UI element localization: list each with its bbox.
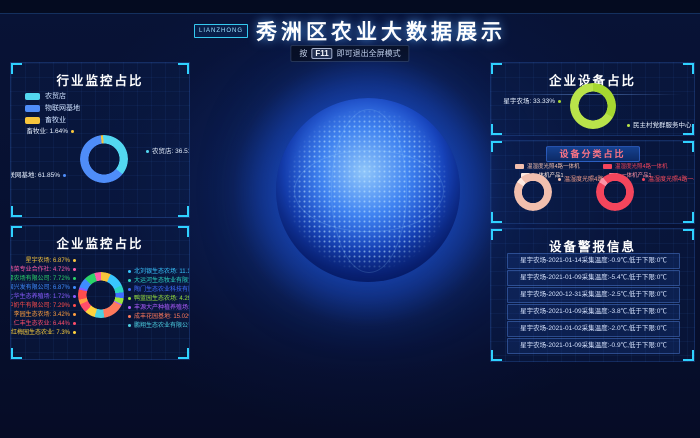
dashboard-root: LIANZHONG 秀洲区农业大数据展示 按 F11 即可退出全屏模式 行业监控… <box>0 0 700 438</box>
slice-label-text: 民主村党群服务中心 <box>633 122 692 129</box>
slice-label-dot <box>128 315 131 318</box>
legend-swatch <box>515 164 524 169</box>
slice-label-dot <box>558 100 561 103</box>
panel-industry-title: 行业监控占比 <box>11 63 189 89</box>
header: LIANZHONG 秀洲区农业大数据展示 <box>0 16 700 46</box>
panel-alarms-title: 设备警报信息 <box>491 229 694 255</box>
hint-prefix: 按 <box>299 48 307 59</box>
slice-label: 仁丰生态农业: 6.44% <box>14 318 79 327</box>
alarm-row: 星宇农场-2021-01-09采集温度:-0.9℃,低于下限:0℃ <box>507 338 680 354</box>
legend-swatch <box>25 117 40 124</box>
legend-item[interactable]: 农贸店 <box>25 90 80 102</box>
slice-label: 秀洲蔬菜专业合作社: 4.72% <box>10 264 79 273</box>
slice-label: 陶门生态农业科技有限公 <box>125 284 190 293</box>
legend-swatch <box>25 93 40 100</box>
legend-label: 物联网基地 <box>45 103 80 113</box>
slice-label: 家缘农场有限公司: 7.72% <box>10 273 79 282</box>
slice-label-dot <box>63 174 66 177</box>
slice-label: 物联网基地: 61.85% <box>10 169 69 179</box>
slice-label-dot <box>73 277 76 280</box>
slice-label: 民主村党群服务中心 <box>624 119 692 129</box>
enterprise-donut-chart[interactable] <box>78 272 124 318</box>
industry-legend: 农贸店 物联网基地 畜牧业 <box>25 90 80 126</box>
slice-label: 农贸店: 36.51% <box>143 145 190 155</box>
slice-label: 星宇农场: 33.33% <box>503 95 564 105</box>
brand-logo: LIANZHONG <box>194 24 248 38</box>
slice-label-dot <box>627 124 630 127</box>
slice-label-dot <box>73 313 76 316</box>
slice-label-dot <box>73 331 76 334</box>
slice-label-dot <box>128 324 131 327</box>
slice-label-text: 物联网基地: 61.85% <box>10 172 60 179</box>
globe-visualization[interactable] <box>276 98 460 282</box>
slice-label: 鹏翔生态农业有限公司: 6.87% <box>125 320 190 329</box>
alarm-row: 星宇农场-2021-01-09采集温度:-3.8℃,低于下限:0℃ <box>507 304 680 320</box>
slice-label: 七华生态养殖场: 1.72% <box>10 291 79 300</box>
slice-label-dot <box>128 270 131 273</box>
panel-enterprise-monitor: 企业监控占比 星宇农场: 6.87% 秀洲蔬菜专业合作社: 4.72% 家缘农场… <box>10 225 190 360</box>
legend-item[interactable]: 温湿度光照4路一体机 <box>515 162 580 170</box>
slice-label-dot <box>128 297 131 300</box>
slice-label-text: 星宇农场: 33.33% <box>503 98 555 105</box>
legend-swatch <box>25 105 40 112</box>
page-title: 秀洲区农业大数据展示 <box>256 16 506 46</box>
slice-label-dot <box>558 178 561 181</box>
panel-enterprise-title: 企业监控占比 <box>11 226 189 252</box>
slice-label-dot <box>642 178 645 181</box>
panel-device-alarms: 设备警报信息 星宇农场-2021-01-14采集温度:-0.9℃,低于下限:0℃… <box>490 228 695 362</box>
legend-swatch <box>603 164 612 169</box>
slice-label-text: 红梅园生态农业: 7.3% <box>11 330 70 336</box>
slice-label: 丰源大产种植养殖场: 1. <box>125 302 190 311</box>
legend-label: 畜牧业 <box>45 115 66 125</box>
slice-label: 红梅园生态农业: 7.3% <box>11 327 79 336</box>
slice-label-dot <box>128 306 131 309</box>
slice-label-text: 畜牧业: 1.64% <box>26 128 68 135</box>
industry-donut-chart[interactable] <box>80 135 128 183</box>
alarm-row: 星宇农场-2021-01-14采集温度:-0.9℃,低于下限:0℃ <box>507 253 680 269</box>
slice-label-dot <box>146 150 149 153</box>
device-class-donut-right[interactable] <box>596 173 634 211</box>
legend-label: 温湿度光照4路一体机 <box>615 162 668 170</box>
slice-label: 鸭蓝园生态农场: 4.29 <box>125 293 190 302</box>
panel-industry-monitor: 行业监控占比 农贸店 物联网基地 畜牧业 畜牧业: 1.64% 农贸店: 36.… <box>10 62 190 218</box>
slice-label: 畜牧业: 1.64% <box>26 125 77 135</box>
globe-longitude-arc <box>331 109 407 273</box>
device-class-donut-left[interactable] <box>514 173 552 211</box>
slice-label-dot <box>73 286 76 289</box>
legend-label: 农贸店 <box>45 91 66 101</box>
slice-label: 北刘银生态农场: 11.16% <box>125 266 190 275</box>
slice-label-dot <box>128 288 131 291</box>
legend-label: 温湿度光照4路一体机 <box>527 162 580 170</box>
alarm-row: 星宇农场-2020-12-31采集温度:-2.5℃,低于下限:0℃ <box>507 287 680 303</box>
f11-key-badge: F11 <box>311 48 332 59</box>
slice-label-text: 农贸店: 36.51% <box>152 148 190 155</box>
slice-label-text: 温湿度光照4路一— <box>648 177 695 183</box>
slice-label: 大运河生态牧业有限责任公 <box>125 275 190 284</box>
slice-label-dot <box>73 322 76 325</box>
slice-label-dot <box>73 295 76 298</box>
legend-item[interactable]: 温湿度光照4路一体机 <box>603 162 668 170</box>
panel-equipment-ratio: 企业设备占比 星宇农场: 33.33% 民主村党群服务中心 <box>490 62 695 136</box>
legend-item[interactable]: 物联网基地 <box>25 102 80 114</box>
device-classification-title-badge[interactable]: 设备分类占比 <box>546 146 640 162</box>
top-decoration-strip <box>0 0 700 14</box>
slice-label: 中奶牛有限公司: 7.29% <box>10 300 79 309</box>
slice-label-dot <box>73 259 76 262</box>
slice-label-dot <box>128 279 131 282</box>
equipment-donut-chart[interactable] <box>570 83 616 129</box>
slice-label: 国兴发有限公司: 6.87% <box>10 282 79 291</box>
alarm-row: 星宇农场-2021-01-02采集温度:-2.0℃,低于下限:0℃ <box>507 321 680 337</box>
slice-label: 星宇农场: 6.87% <box>26 255 79 264</box>
slice-label-text: 鹏翔生态农业有限公司: 6.87% <box>134 323 190 329</box>
slice-label: 李园生态农场: 3.42% <box>14 309 79 318</box>
slice-label: 温湿度光照4路一— <box>639 174 695 183</box>
panel-device-classification: 设备分类占比 温湿度光照4路一体机 一体机产品1 温湿度光照4路一— 温湿度光照… <box>490 140 695 224</box>
slice-label-dot <box>73 268 76 271</box>
slice-label: 成丰花园基地: 15.02% <box>125 311 190 320</box>
alarm-row: 星宇农场-2021-01-09采集温度:-5.4℃,低于下限:0℃ <box>507 270 680 286</box>
slice-label-dot <box>73 304 76 307</box>
slice-label-dot <box>71 130 74 133</box>
